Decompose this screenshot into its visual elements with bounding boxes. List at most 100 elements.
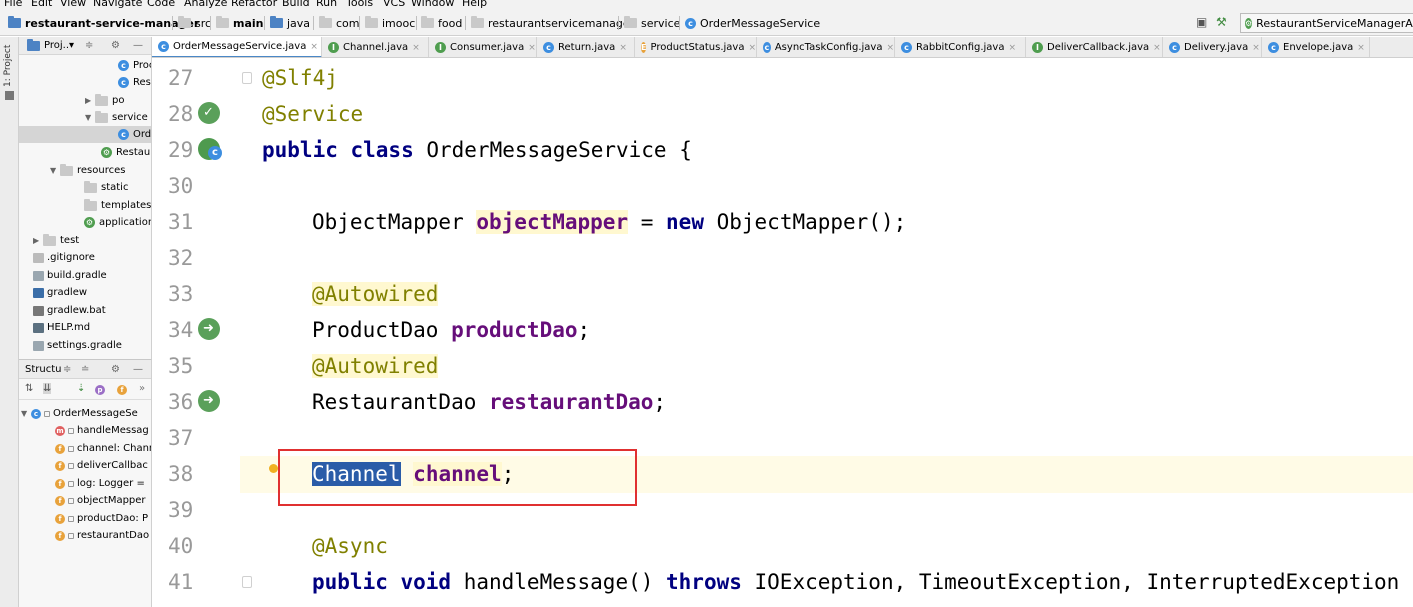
tab-rabbitconfig[interactable]: c RabbitConfig.java ×	[895, 37, 1026, 57]
chevron-right-icon[interactable]: ▶	[33, 236, 43, 245]
tree-item[interactable]: gradlew	[33, 284, 87, 301]
more-icon[interactable]: »	[139, 383, 145, 394]
tab-channel[interactable]: I Channel.java ×	[322, 37, 429, 57]
menu-vcs[interactable]: VCS	[383, 0, 405, 10]
run-configuration-selector[interactable]: ⚙ RestaurantServiceManagerAppl	[1240, 13, 1413, 33]
menu-window[interactable]: Window	[411, 0, 454, 10]
close-icon[interactable]: ×	[310, 42, 318, 52]
spring-bean-gutter-icon[interactable]: ✓	[198, 102, 220, 124]
tab-delivercallback[interactable]: I DeliverCallback.java ×	[1026, 37, 1163, 57]
tree-item[interactable]: build.gradle	[33, 267, 107, 284]
structure-item[interactable]: f restaurantDao	[55, 527, 149, 544]
project-tool-window-button[interactable]: 1: Project	[3, 41, 15, 87]
breadcrumb-project[interactable]: restaurant-service-manager	[8, 10, 199, 36]
sort-visibility-icon[interactable]: ⇊	[43, 383, 52, 394]
close-icon[interactable]: ×	[1153, 43, 1161, 53]
tree-item-service[interactable]: ▼ service	[85, 109, 148, 126]
menu-tools[interactable]: Tools	[346, 0, 373, 10]
breadcrumb-java[interactable]: java	[270, 10, 310, 36]
breadcrumb-ordermessageservice[interactable]: c OrderMessageService	[685, 10, 820, 36]
navigate-to-bean-icon[interactable]: ➜	[198, 390, 220, 412]
breadcrumb-food[interactable]: food	[421, 10, 462, 36]
chevron-right-icon[interactable]: ▶	[85, 96, 95, 105]
show-properties-icon[interactable]: p	[95, 385, 105, 395]
tree-item[interactable]: HELP.md	[33, 319, 90, 336]
menu-file[interactable]: File	[4, 0, 22, 10]
menu-help[interactable]: Help	[462, 0, 487, 10]
tree-item[interactable]: cProc	[118, 57, 151, 74]
collapse-icon[interactable]: ≑	[63, 364, 71, 375]
sort-alpha-icon[interactable]: ⇅	[25, 383, 33, 394]
expand-icon[interactable]: ≐	[81, 364, 89, 375]
tree-item[interactable]: templates	[84, 197, 151, 214]
tree-item[interactable]: gradlew.bat	[33, 302, 106, 319]
menu-edit[interactable]: Edit	[31, 0, 52, 10]
tab-productstatus[interactable]: E ProductStatus.java ×	[635, 37, 757, 57]
structure-item[interactable]: m handleMessag	[55, 422, 149, 439]
hide-icon[interactable]: —	[133, 40, 143, 51]
tab-delivery[interactable]: c Delivery.java ×	[1163, 37, 1262, 57]
lightbulb-icon[interactable]	[269, 464, 278, 473]
structure-item[interactable]: f log: Logger =	[55, 475, 145, 492]
breadcrumb-main[interactable]: main	[216, 10, 264, 36]
project-structure-icon[interactable]: ▣	[1196, 15, 1207, 29]
tree-item[interactable]: cRest	[118, 74, 151, 91]
structure-root[interactable]: ▼ c OrderMessageSe	[21, 405, 138, 422]
chevron-down-icon[interactable]: ▼	[85, 113, 95, 122]
tree-item[interactable]: static	[84, 179, 128, 196]
gear-icon[interactable]: ⚙	[111, 364, 120, 375]
structure-item[interactable]: f deliverCallbac	[55, 457, 148, 474]
show-fields-icon[interactable]: f	[117, 385, 127, 395]
structure-tool-icon[interactable]	[5, 91, 14, 100]
tab-ordermessageservice[interactable]: c OrderMessageService.java ×	[152, 37, 322, 57]
menu-analyze[interactable]: Analyze	[184, 0, 227, 10]
tree-item[interactable]: settings.gradle	[33, 337, 122, 354]
tab-return[interactable]: c Return.java ×	[537, 37, 635, 57]
tree-item[interactable]: .gitignore	[33, 249, 95, 266]
hide-icon[interactable]: —	[133, 364, 143, 375]
tab-asynctaskconfig[interactable]: c AsyncTaskConfig.java ×	[757, 37, 895, 57]
tree-item[interactable]: ⚙ application	[84, 214, 151, 231]
build-hammer-icon[interactable]: ⚒	[1216, 15, 1227, 29]
close-icon[interactable]: ×	[619, 43, 627, 53]
close-icon[interactable]: ×	[528, 43, 536, 53]
tree-item-selected[interactable]: c Ord	[19, 126, 151, 143]
tree-item-po[interactable]: ▶ po	[85, 92, 124, 109]
breadcrumb-com[interactable]: com	[319, 10, 360, 36]
structure-item[interactable]: f productDao: P	[55, 510, 148, 527]
close-icon[interactable]: ×	[412, 43, 420, 53]
menu-code[interactable]: Code	[147, 0, 175, 10]
menu-view[interactable]: View	[60, 0, 86, 10]
fold-marker-icon[interactable]	[242, 72, 252, 84]
code-editor[interactable]: 27 28 29 30 31 32 33 34 35 36 37 38 39 4…	[152, 58, 1413, 607]
close-icon[interactable]: ×	[748, 43, 756, 53]
close-icon[interactable]: ×	[1008, 43, 1016, 53]
tree-item-resources[interactable]: ▼ resources	[50, 162, 125, 179]
show-inherited-icon[interactable]: ⇣	[77, 383, 85, 394]
structure-item[interactable]: f objectMapper	[55, 492, 146, 509]
menu-build[interactable]: Build	[282, 0, 310, 10]
tab-envelope[interactable]: c Envelope.java ×	[1262, 37, 1370, 57]
tree-item-test[interactable]: ▶ test	[33, 232, 79, 249]
collapse-icon[interactable]: ≑	[85, 40, 93, 51]
menu-navigate[interactable]: Navigate	[93, 0, 142, 10]
spring-class-gutter-icon[interactable]: c	[198, 138, 222, 160]
breadcrumb-service[interactable]: service	[624, 10, 680, 36]
breadcrumb-restaurantservicemanager[interactable]: restaurantservicemanager	[471, 10, 634, 36]
navigate-to-bean-icon[interactable]: ➜	[198, 318, 220, 340]
menu-refactor[interactable]: Refactor	[231, 0, 277, 10]
close-icon[interactable]: ×	[886, 43, 894, 53]
close-icon[interactable]: ×	[1357, 43, 1365, 53]
fold-marker-icon[interactable]	[242, 576, 252, 588]
tree-item[interactable]: ⚙ Restaur	[101, 144, 151, 161]
tab-consumer[interactable]: I Consumer.java ×	[429, 37, 537, 57]
breadcrumb-imooc[interactable]: imooc	[365, 10, 415, 36]
menu-run[interactable]: Run	[316, 0, 337, 10]
close-icon[interactable]: ×	[1252, 43, 1260, 53]
project-view-selector[interactable]: Proj..▾	[44, 40, 74, 51]
chevron-down-icon[interactable]: ▼	[50, 166, 60, 175]
structure-item[interactable]: f channel: Chann	[55, 440, 151, 457]
gear-icon[interactable]: ⚙	[111, 40, 120, 51]
breadcrumb-src[interactable]: src	[178, 10, 211, 36]
chevron-down-icon[interactable]: ▼	[21, 409, 31, 418]
